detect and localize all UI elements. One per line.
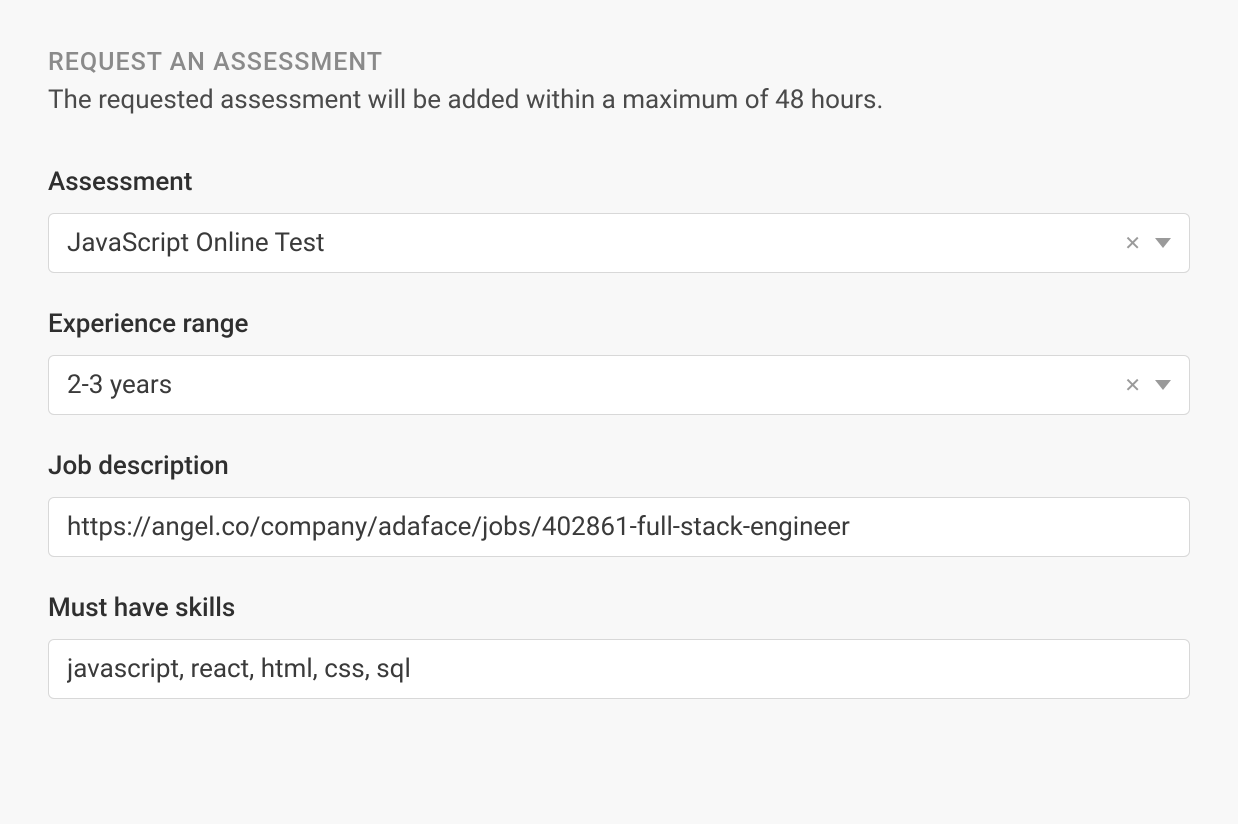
job-description-label: Job description — [48, 451, 1190, 481]
select-icons: ✕ — [1124, 375, 1171, 395]
clear-icon[interactable]: ✕ — [1124, 375, 1141, 395]
form-subtitle: The requested assessment will be added w… — [48, 85, 1190, 115]
form-title: REQUEST AN ASSESSMENT — [48, 48, 1190, 77]
assessment-label: Assessment — [48, 167, 1190, 197]
field-assessment: Assessment JavaScript Online Test ✕ — [48, 167, 1190, 273]
experience-select[interactable]: 2-3 years ✕ — [48, 355, 1190, 415]
skills-input[interactable] — [48, 639, 1190, 699]
experience-label: Experience range — [48, 309, 1190, 339]
field-experience: Experience range 2-3 years ✕ — [48, 309, 1190, 415]
clear-icon[interactable]: ✕ — [1124, 233, 1141, 253]
field-skills: Must have skills — [48, 593, 1190, 699]
chevron-down-icon[interactable] — [1155, 380, 1171, 390]
experience-value: 2-3 years — [67, 370, 172, 400]
assessment-request-form: REQUEST AN ASSESSMENT The requested asse… — [48, 48, 1190, 699]
select-icons: ✕ — [1124, 233, 1171, 253]
chevron-down-icon[interactable] — [1155, 238, 1171, 248]
assessment-value: JavaScript Online Test — [67, 228, 325, 258]
assessment-select[interactable]: JavaScript Online Test ✕ — [48, 213, 1190, 273]
job-description-input[interactable] — [48, 497, 1190, 557]
field-job-description: Job description — [48, 451, 1190, 557]
skills-label: Must have skills — [48, 593, 1190, 623]
